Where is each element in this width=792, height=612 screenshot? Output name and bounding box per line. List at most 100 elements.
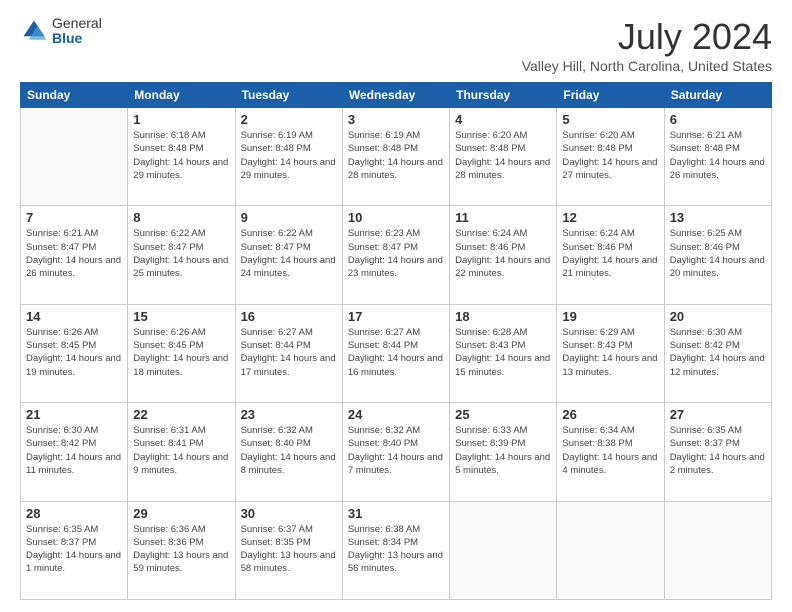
header-sunday: Sunday	[21, 83, 128, 108]
logo-icon	[20, 17, 48, 45]
sunrise-text: Sunrise: 6:30 AM	[670, 327, 742, 338]
day-info: Sunrise: 6:28 AM Sunset: 8:43 PM Dayligh…	[455, 326, 551, 379]
day-info: Sunrise: 6:20 AM Sunset: 8:48 PM Dayligh…	[562, 129, 658, 182]
sunrise-text: Sunrise: 6:38 AM	[348, 524, 420, 535]
day-number: 20	[670, 309, 766, 324]
day-info: Sunrise: 6:24 AM Sunset: 8:46 PM Dayligh…	[455, 227, 551, 280]
sunrise-text: Sunrise: 6:21 AM	[26, 228, 98, 239]
day-number: 2	[241, 112, 337, 127]
day-info: Sunrise: 6:38 AM Sunset: 8:34 PM Dayligh…	[348, 523, 444, 576]
calendar-header-row: Sunday Monday Tuesday Wednesday Thursday…	[21, 83, 772, 108]
sunrise-text: Sunrise: 6:31 AM	[133, 425, 205, 436]
day-info: Sunrise: 6:22 AM Sunset: 8:47 PM Dayligh…	[241, 227, 337, 280]
sunset-text: Sunset: 8:44 PM	[348, 340, 418, 351]
calendar-cell: 15 Sunrise: 6:26 AM Sunset: 8:45 PM Dayl…	[128, 304, 235, 402]
day-number: 4	[455, 112, 551, 127]
daylight-text: Daylight: 13 hours and 58 minutes.	[241, 550, 336, 574]
day-number: 31	[348, 506, 444, 521]
sunset-text: Sunset: 8:40 PM	[241, 438, 311, 449]
calendar-cell: 13 Sunrise: 6:25 AM Sunset: 8:46 PM Dayl…	[664, 206, 771, 304]
sunset-text: Sunset: 8:35 PM	[241, 537, 311, 548]
day-info: Sunrise: 6:27 AM Sunset: 8:44 PM Dayligh…	[241, 326, 337, 379]
calendar-cell	[664, 501, 771, 599]
sunset-text: Sunset: 8:42 PM	[670, 340, 740, 351]
day-number: 14	[26, 309, 122, 324]
calendar-cell: 12 Sunrise: 6:24 AM Sunset: 8:46 PM Dayl…	[557, 206, 664, 304]
calendar: Sunday Monday Tuesday Wednesday Thursday…	[20, 82, 772, 600]
calendar-cell	[21, 108, 128, 206]
day-info: Sunrise: 6:21 AM Sunset: 8:47 PM Dayligh…	[26, 227, 122, 280]
daylight-text: Daylight: 13 hours and 56 minutes.	[348, 550, 443, 574]
logo-blue-text: Blue	[52, 31, 102, 46]
calendar-week-4: 21 Sunrise: 6:30 AM Sunset: 8:42 PM Dayl…	[21, 403, 772, 501]
sunset-text: Sunset: 8:42 PM	[26, 438, 96, 449]
sunset-text: Sunset: 8:46 PM	[455, 242, 525, 253]
calendar-week-5: 28 Sunrise: 6:35 AM Sunset: 8:37 PM Dayl…	[21, 501, 772, 599]
day-number: 18	[455, 309, 551, 324]
daylight-text: Daylight: 14 hours and 13 minutes.	[562, 353, 657, 377]
day-number: 15	[133, 309, 229, 324]
sunrise-text: Sunrise: 6:35 AM	[26, 524, 98, 535]
day-number: 23	[241, 407, 337, 422]
calendar-cell: 30 Sunrise: 6:37 AM Sunset: 8:35 PM Dayl…	[235, 501, 342, 599]
calendar-cell: 14 Sunrise: 6:26 AM Sunset: 8:45 PM Dayl…	[21, 304, 128, 402]
daylight-text: Daylight: 14 hours and 21 minutes.	[562, 255, 657, 279]
day-info: Sunrise: 6:35 AM Sunset: 8:37 PM Dayligh…	[26, 523, 122, 576]
logo-general-text: General	[52, 16, 102, 31]
calendar-cell: 2 Sunrise: 6:19 AM Sunset: 8:48 PM Dayli…	[235, 108, 342, 206]
sunrise-text: Sunrise: 6:25 AM	[670, 228, 742, 239]
sunset-text: Sunset: 8:43 PM	[455, 340, 525, 351]
sunrise-text: Sunrise: 6:34 AM	[562, 425, 634, 436]
day-number: 1	[133, 112, 229, 127]
sunset-text: Sunset: 8:47 PM	[348, 242, 418, 253]
sunrise-text: Sunrise: 6:26 AM	[26, 327, 98, 338]
sunset-text: Sunset: 8:36 PM	[133, 537, 203, 548]
sunrise-text: Sunrise: 6:32 AM	[348, 425, 420, 436]
calendar-cell: 4 Sunrise: 6:20 AM Sunset: 8:48 PM Dayli…	[450, 108, 557, 206]
sunrise-text: Sunrise: 6:27 AM	[241, 327, 313, 338]
sunrise-text: Sunrise: 6:22 AM	[133, 228, 205, 239]
sunset-text: Sunset: 8:40 PM	[348, 438, 418, 449]
calendar-cell	[450, 501, 557, 599]
calendar-cell: 1 Sunrise: 6:18 AM Sunset: 8:48 PM Dayli…	[128, 108, 235, 206]
day-info: Sunrise: 6:32 AM Sunset: 8:40 PM Dayligh…	[348, 424, 444, 477]
calendar-cell: 28 Sunrise: 6:35 AM Sunset: 8:37 PM Dayl…	[21, 501, 128, 599]
subtitle: Valley Hill, North Carolina, United Stat…	[522, 58, 772, 74]
daylight-text: Daylight: 14 hours and 28 minutes.	[455, 157, 550, 181]
day-number: 13	[670, 210, 766, 225]
sunset-text: Sunset: 8:45 PM	[133, 340, 203, 351]
sunset-text: Sunset: 8:39 PM	[455, 438, 525, 449]
day-info: Sunrise: 6:18 AM Sunset: 8:48 PM Dayligh…	[133, 129, 229, 182]
header-thursday: Thursday	[450, 83, 557, 108]
calendar-cell: 24 Sunrise: 6:32 AM Sunset: 8:40 PM Dayl…	[342, 403, 449, 501]
day-number: 24	[348, 407, 444, 422]
daylight-text: Daylight: 14 hours and 23 minutes.	[348, 255, 443, 279]
sunset-text: Sunset: 8:48 PM	[455, 143, 525, 154]
day-number: 28	[26, 506, 122, 521]
daylight-text: Daylight: 14 hours and 26 minutes.	[670, 157, 765, 181]
calendar-cell: 25 Sunrise: 6:33 AM Sunset: 8:39 PM Dayl…	[450, 403, 557, 501]
header-monday: Monday	[128, 83, 235, 108]
daylight-text: Daylight: 14 hours and 5 minutes.	[455, 452, 550, 476]
calendar-cell: 26 Sunrise: 6:34 AM Sunset: 8:38 PM Dayl…	[557, 403, 664, 501]
calendar-cell: 23 Sunrise: 6:32 AM Sunset: 8:40 PM Dayl…	[235, 403, 342, 501]
calendar-cell	[557, 501, 664, 599]
day-info: Sunrise: 6:22 AM Sunset: 8:47 PM Dayligh…	[133, 227, 229, 280]
calendar-cell: 7 Sunrise: 6:21 AM Sunset: 8:47 PM Dayli…	[21, 206, 128, 304]
calendar-cell: 18 Sunrise: 6:28 AM Sunset: 8:43 PM Dayl…	[450, 304, 557, 402]
calendar-cell: 21 Sunrise: 6:30 AM Sunset: 8:42 PM Dayl…	[21, 403, 128, 501]
daylight-text: Daylight: 14 hours and 7 minutes.	[348, 452, 443, 476]
main-title: July 2024	[522, 16, 772, 58]
sunrise-text: Sunrise: 6:21 AM	[670, 130, 742, 141]
sunset-text: Sunset: 8:48 PM	[133, 143, 203, 154]
sunset-text: Sunset: 8:37 PM	[26, 537, 96, 548]
calendar-cell: 27 Sunrise: 6:35 AM Sunset: 8:37 PM Dayl…	[664, 403, 771, 501]
daylight-text: Daylight: 14 hours and 16 minutes.	[348, 353, 443, 377]
sunset-text: Sunset: 8:44 PM	[241, 340, 311, 351]
day-info: Sunrise: 6:19 AM Sunset: 8:48 PM Dayligh…	[241, 129, 337, 182]
calendar-cell: 10 Sunrise: 6:23 AM Sunset: 8:47 PM Dayl…	[342, 206, 449, 304]
sunrise-text: Sunrise: 6:36 AM	[133, 524, 205, 535]
sunrise-text: Sunrise: 6:37 AM	[241, 524, 313, 535]
calendar-week-3: 14 Sunrise: 6:26 AM Sunset: 8:45 PM Dayl…	[21, 304, 772, 402]
sunset-text: Sunset: 8:34 PM	[348, 537, 418, 548]
